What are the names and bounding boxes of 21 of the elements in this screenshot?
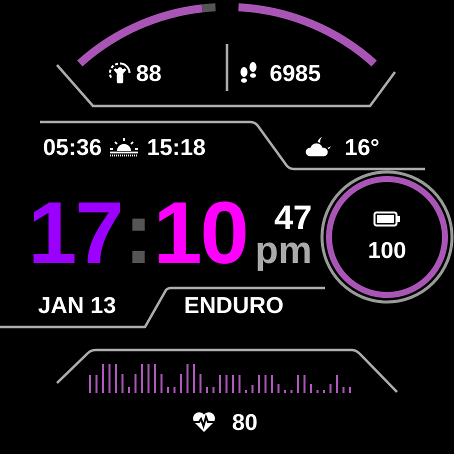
footprints-icon xyxy=(238,61,259,85)
battery-value: 100 xyxy=(368,237,406,263)
gauge-track xyxy=(202,3,216,12)
cloud-moon-icon xyxy=(304,135,334,159)
stat-value: 6985 xyxy=(270,60,321,86)
sunset-time: 15:18 xyxy=(146,134,206,160)
temperature: 16° xyxy=(344,134,380,160)
activity-name: ENDURO xyxy=(184,292,284,318)
divider-line xyxy=(226,44,228,91)
heart-rate-icon xyxy=(192,411,216,433)
hours: 17 xyxy=(28,198,122,268)
sunrise-time: 05:36 xyxy=(43,134,102,160)
seconds: 47 xyxy=(274,202,312,234)
stat-value: 88 xyxy=(136,60,162,86)
heart-rate-value: 80 xyxy=(232,409,258,435)
battery-icon xyxy=(373,211,401,227)
sunrise-icon xyxy=(108,137,139,157)
date: JAN 13 xyxy=(38,292,116,318)
person-icon xyxy=(109,62,131,84)
time-separator: : xyxy=(124,198,152,268)
minutes: 10 xyxy=(153,198,248,268)
